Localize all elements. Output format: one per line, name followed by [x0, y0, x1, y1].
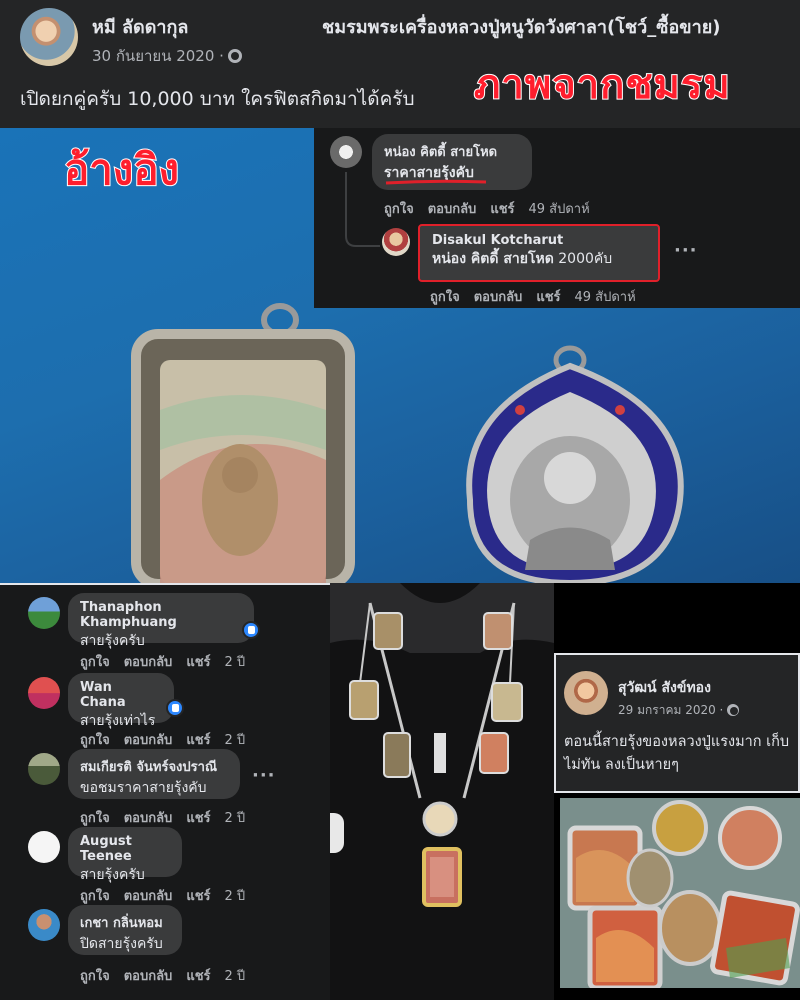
author-avatar[interactable] — [20, 8, 78, 66]
share-link[interactable]: แชร์ — [186, 969, 210, 984]
share-link[interactable]: แชร์ — [186, 655, 210, 670]
post-date-text[interactable]: 30 กันยายน 2020 · — [92, 47, 224, 65]
post-author-name[interactable]: สุวัฒน์ สังข์ทอง — [618, 677, 711, 699]
post-date[interactable]: 30 กันยายน 2020 · — [92, 44, 242, 68]
comment-bubble: เกชา กลิ่นหอม ปิดสายรุ้งครับ — [68, 905, 182, 955]
comment-text: ปิดสายรุ้งครับ — [80, 936, 163, 952]
comment-actions: ถูกใจ ตอบกลับ แชร์ 2 ปี — [80, 651, 259, 672]
comment-bubble: August Teenee สายรุ้งครับ — [68, 827, 182, 883]
share-link[interactable]: แชร์ — [490, 202, 514, 217]
post-text: เปิดยกคู่ครับ 10,000 บาท ใครฟิตสกิดมาได้… — [20, 88, 415, 110]
like-link[interactable]: ถูกใจ — [384, 202, 414, 217]
commenter-name[interactable]: Thanaphon Khamphuang — [80, 600, 242, 630]
commenter-name[interactable]: สมเกียรติ จันทร์จงปราณี — [80, 756, 228, 777]
commenter-name[interactable]: Wan Chana — [80, 680, 162, 710]
reply-link[interactable]: ตอบกลับ — [124, 889, 173, 904]
comment-text: สายรุ้งครับ — [80, 867, 145, 883]
amulet-collection-photo[interactable] — [560, 798, 800, 988]
second-post-card: สุวัฒน์ สังข์ทอง 29 มกราคม 2020 · ตอนนี้… — [554, 653, 800, 793]
post-date[interactable]: 29 มกราคม 2020 · — [618, 701, 740, 720]
share-link[interactable]: แชร์ — [186, 733, 210, 748]
reply-author-name[interactable]: Disakul Kotcharut — [432, 233, 646, 248]
underline-mark — [385, 179, 487, 185]
like-link[interactable]: ถูกใจ — [430, 290, 460, 305]
comment-actions: ถูกใจ ตอบกลับ แชร์ 2 ปี — [80, 729, 259, 750]
reply-link[interactable]: ตอบกลับ — [124, 811, 173, 826]
comment-bubble: Wan Chana สายรุ้งเท่าไร — [68, 673, 174, 729]
commenter-avatar[interactable] — [330, 136, 362, 168]
reply-message: 2000คับ — [558, 251, 613, 267]
comment-time[interactable]: 2 ปี — [225, 655, 246, 670]
comment-actions: ถูกใจ ตอบกลับ แชร์ 2 ปี — [80, 965, 259, 986]
comment-actions: ถูกใจ ตอบกลับ แชร์ 49 สัปดาห์ — [384, 198, 604, 219]
like-link[interactable]: ถูกใจ — [80, 733, 110, 748]
commenter-name[interactable]: August Teenee — [80, 834, 170, 864]
like-icon[interactable] — [242, 621, 260, 639]
share-link[interactable]: แชร์ — [536, 290, 560, 305]
share-link[interactable]: แชร์ — [186, 889, 210, 904]
club-source-label: ภาพจากชมรม — [473, 61, 731, 109]
comment-thread-top: หน่อง คิตดี้ สายโหด ราคาสายรุ้งคับ ถูกใจ… — [314, 128, 800, 308]
comment-text: สายรุ้งครับ — [80, 633, 145, 649]
like-link[interactable]: ถูกใจ — [80, 655, 110, 670]
comment-time[interactable]: 49 สัปดาห์ — [529, 202, 590, 217]
commenter-name[interactable]: หน่อง คิตดี้ สายโหด — [384, 141, 520, 162]
reply-link[interactable]: ตอบกลับ — [474, 290, 523, 305]
comment-actions: ถูกใจ ตอบกลับ แชร์ 2 ปี — [80, 807, 259, 828]
author-avatar[interactable] — [564, 671, 608, 715]
necklace-image — [330, 583, 554, 1000]
like-link[interactable]: ถูกใจ — [80, 969, 110, 984]
comment-list-left: Thanaphon Khamphuang สายรุ้งครับ ถูกใจตอ… — [0, 583, 330, 1000]
comment-time[interactable]: 2 ปี — [225, 889, 246, 904]
comment-bubble: Thanaphon Khamphuang สายรุ้งครับ — [68, 593, 254, 649]
commenter-avatar[interactable] — [28, 909, 60, 941]
more-options-icon[interactable]: ··· — [252, 765, 276, 786]
commenter-avatar[interactable] — [28, 831, 60, 863]
reply-link[interactable]: ตอบกลับ — [124, 733, 173, 748]
left-pendant-image — [131, 303, 355, 583]
post-author-name[interactable]: หมี ลัดดากุล — [92, 12, 188, 41]
commenter-name[interactable]: เกชา กลิ่นหอม — [80, 912, 170, 933]
mention-name[interactable]: หน่อง คิตดี้ สายโหด — [432, 251, 554, 267]
more-options-icon[interactable]: ··· — [674, 240, 698, 261]
post-text: ตอนนี้สายรุ้งของหลวงปู่แรงมาก เก็บไม่ทัน… — [564, 734, 790, 773]
reference-label: อ้างอิง — [63, 144, 180, 195]
globe-icon — [227, 49, 242, 63]
amulets-image — [560, 798, 800, 988]
reply-link[interactable]: ตอบกลับ — [124, 969, 173, 984]
commenter-avatar[interactable] — [382, 228, 410, 256]
group-name[interactable]: ชมรมพระเครื่องหลวงปู่หนูวัดวังศาลา(โชว์_… — [322, 14, 792, 42]
share-link[interactable]: แชร์ — [186, 811, 210, 826]
commenter-avatar[interactable] — [28, 597, 60, 629]
post-date-text[interactable]: 29 มกราคม 2020 · — [618, 703, 723, 717]
like-link[interactable]: ถูกใจ — [80, 811, 110, 826]
comment-time[interactable]: 2 ปี — [225, 733, 246, 748]
reply-actions: ถูกใจ ตอบกลับ แชร์ 49 สัปดาห์ — [430, 286, 650, 307]
comment-time[interactable]: 49 สัปดาห์ — [575, 290, 636, 305]
comment-time[interactable]: 2 ปี — [225, 969, 246, 984]
comment-actions: ถูกใจ ตอบกลับ แชร์ 2 ปี — [80, 885, 259, 906]
commenter-avatar[interactable] — [28, 753, 60, 785]
necklace-selfie-photo[interactable] — [330, 583, 554, 1000]
reply-link[interactable]: ตอบกลับ — [428, 202, 477, 217]
black-spacer — [554, 583, 800, 653]
like-icon[interactable] — [166, 699, 184, 717]
right-pendant-image — [466, 345, 684, 583]
reply-bubble: Disakul Kotcharut หน่อง คิตดี้ สายโหด 20… — [418, 224, 660, 282]
like-link[interactable]: ถูกใจ — [80, 889, 110, 904]
amulet-pendants-image — [131, 303, 684, 583]
comment-bubble: สมเกียรติ จันทร์จงปราณี ขอชมราคาสายรุ้งค… — [68, 749, 240, 799]
globe-icon — [727, 704, 740, 716]
reply-text: หน่อง คิตดี้ สายโหด 2000คับ — [432, 248, 646, 270]
comment-text: ขอชมราคาสายรุ้งคับ — [80, 780, 207, 796]
reply-link[interactable]: ตอบกลับ — [124, 655, 173, 670]
comment-time[interactable]: 2 ปี — [225, 811, 246, 826]
commenter-avatar[interactable] — [28, 677, 60, 709]
